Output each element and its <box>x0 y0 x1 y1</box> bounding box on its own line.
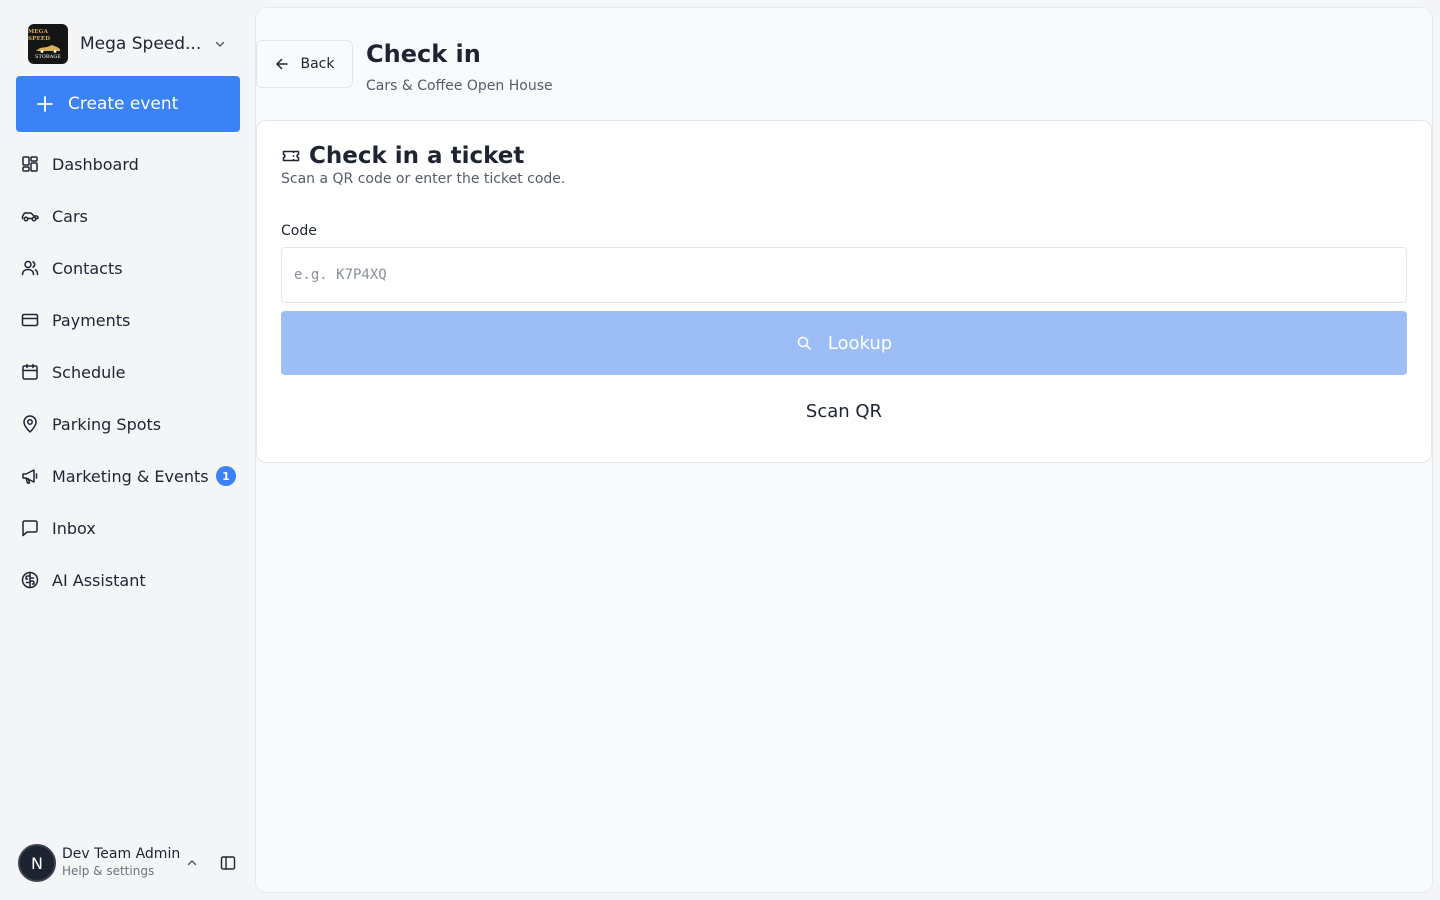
user-name: Dev Team Admin <box>62 846 181 862</box>
sidebar-item-dashboard[interactable]: Dashboard <box>16 138 240 190</box>
main-content: Back Check in Cars & Coffee Open House C… <box>256 8 1432 892</box>
sidebar: MEGA SPEED STORAGE Mega Speed... Create … <box>0 0 256 900</box>
plus-icon <box>37 96 53 112</box>
sidebar-item-label: Contacts <box>52 258 123 278</box>
notification-badge: 1 <box>216 466 236 486</box>
users-icon <box>21 260 39 276</box>
org-switcher[interactable]: MEGA SPEED STORAGE Mega Speed... <box>28 24 240 64</box>
credit-card-icon <box>21 313 39 327</box>
user-info[interactable]: Dev Team Admin Help & settings <box>62 846 180 880</box>
sidebar-item-label: Inbox <box>52 518 96 538</box>
code-label: Code <box>281 223 317 239</box>
scan-qr-button[interactable]: Scan QR <box>281 389 1407 433</box>
create-event-label: Create event <box>68 94 179 114</box>
create-event-button[interactable]: Create event <box>16 76 240 132</box>
sidebar-item-label: Payments <box>52 310 131 330</box>
scan-qr-label: Scan QR <box>805 400 883 422</box>
sidebar-item-label: AI Assistant <box>52 570 146 590</box>
car-icon <box>21 212 39 222</box>
car-logo-icon <box>36 44 60 53</box>
ticket-icon <box>282 150 300 162</box>
search-icon <box>797 336 811 350</box>
sidebar-item-cars[interactable]: Cars <box>16 190 240 242</box>
sidebar-item-label: Parking Spots <box>52 414 162 434</box>
back-label: Back <box>300 56 335 72</box>
lookup-label: Lookup <box>827 332 893 354</box>
brain-icon <box>21 571 39 589</box>
chevron-down-icon <box>215 41 225 47</box>
org-logo-text-bottom: STORAGE <box>35 53 61 60</box>
sidebar-item-inbox[interactable]: Inbox <box>16 502 240 554</box>
code-input[interactable] <box>281 247 1407 303</box>
sidebar-item-label: Marketing & Events <box>52 466 209 486</box>
user-subtitle: Help & settings <box>62 864 155 878</box>
avatar[interactable]: N <box>18 844 56 882</box>
sidebar-item-label: Cars <box>52 206 88 226</box>
card-description: Scan a QR code or enter the ticket code. <box>281 171 566 187</box>
org-logo: MEGA SPEED STORAGE <box>28 24 68 64</box>
sidebar-item-schedule[interactable]: Schedule <box>16 346 240 398</box>
check-in-card: Check in a ticket Scan a QR code or ente… <box>256 120 1432 463</box>
org-logo-text-top: MEGA SPEED <box>28 28 51 42</box>
sidebar-toggle-icon[interactable] <box>220 855 236 871</box>
org-name: Mega Speed... <box>80 34 202 54</box>
user-menu: N Dev Team Admin Help & settings <box>18 842 240 884</box>
chevron-up-icon[interactable] <box>186 857 198 869</box>
megaphone-icon <box>22 469 38 484</box>
sidebar-nav: Dashboard Cars Contacts Payments Schedul… <box>16 138 240 606</box>
message-square-icon <box>22 520 38 537</box>
page-title: Check in <box>366 40 481 68</box>
sidebar-item-ai-assistant[interactable]: AI Assistant <box>16 554 240 606</box>
arrow-left-icon <box>275 58 288 70</box>
sidebar-item-label: Dashboard <box>52 154 139 174</box>
map-pin-icon <box>23 415 37 433</box>
sidebar-item-payments[interactable]: Payments <box>16 294 240 346</box>
lookup-button[interactable]: Lookup <box>281 311 1407 375</box>
back-button[interactable]: Back <box>256 40 353 88</box>
sidebar-item-parking-spots[interactable]: Parking Spots <box>16 398 240 450</box>
sidebar-item-contacts[interactable]: Contacts <box>16 242 240 294</box>
page-subtitle: Cars & Coffee Open House <box>366 78 553 94</box>
card-title: Check in a ticket <box>309 143 525 169</box>
sidebar-item-marketing-events[interactable]: Marketing & Events 1 <box>16 450 240 502</box>
card-header: Check in a ticket <box>281 143 524 169</box>
dashboard-icon <box>22 156 38 172</box>
sidebar-item-label: Schedule <box>52 362 126 382</box>
calendar-icon <box>22 363 38 380</box>
